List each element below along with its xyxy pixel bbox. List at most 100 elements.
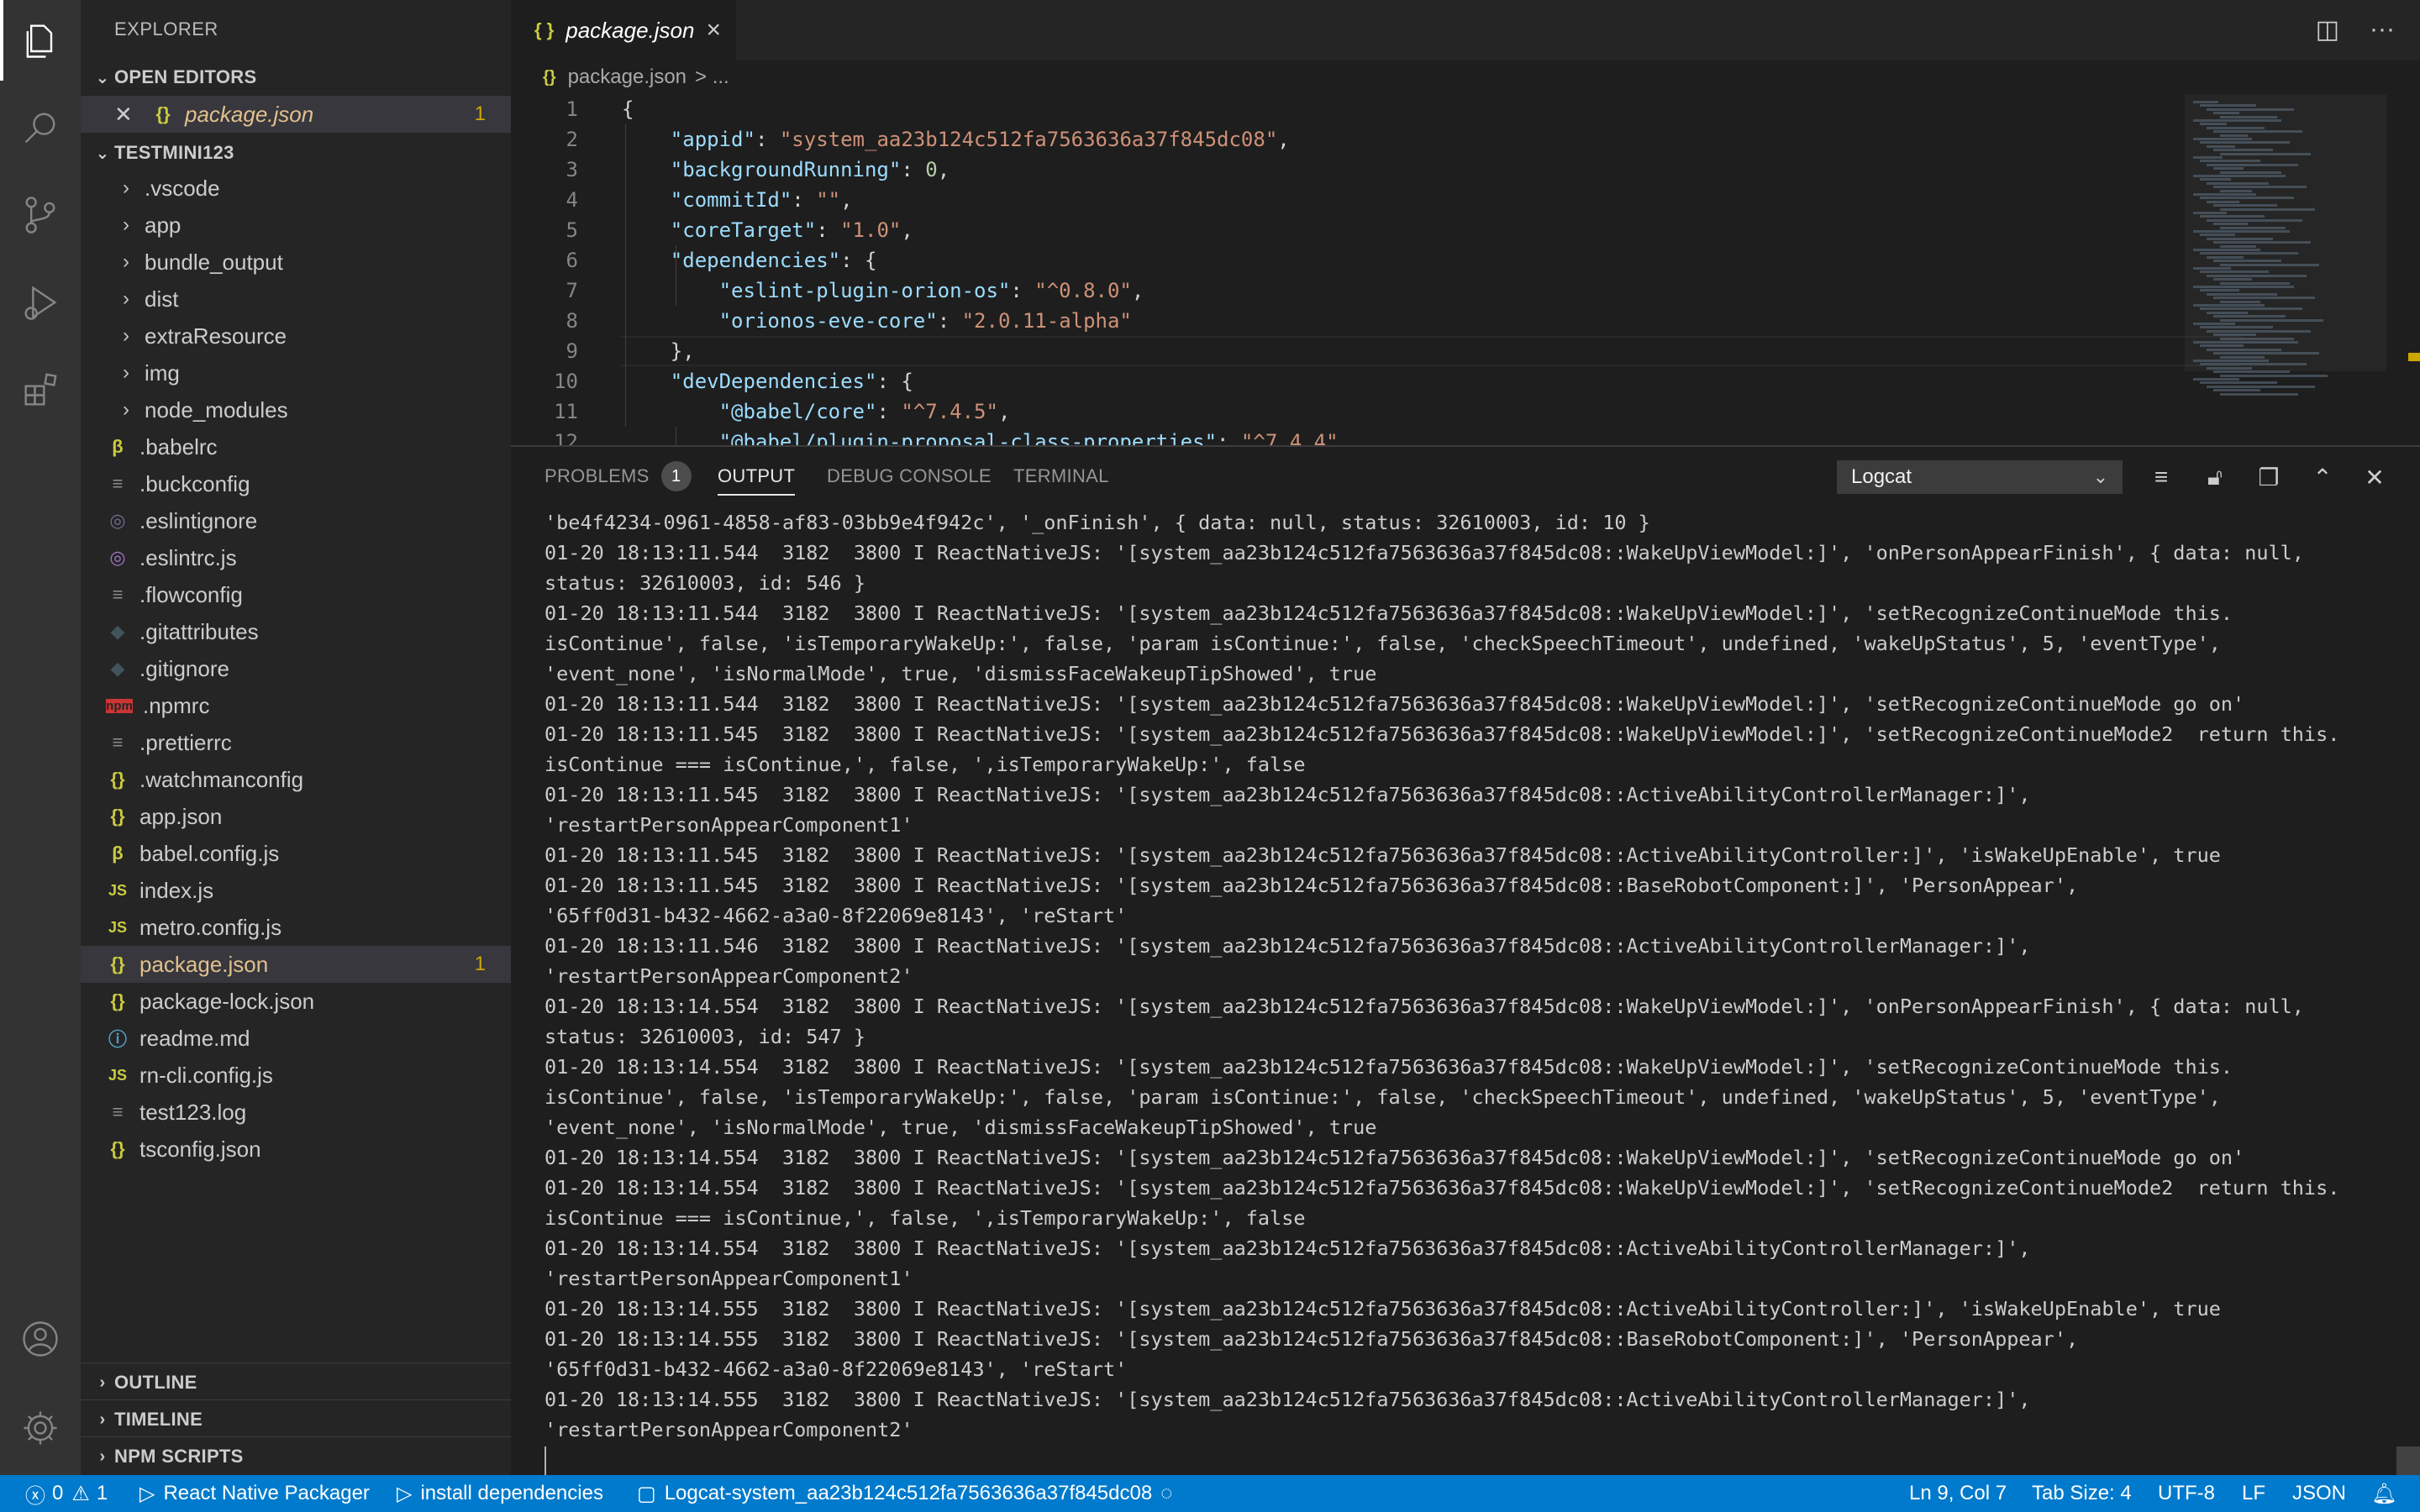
- folder-item[interactable]: › bundle_output: [81, 244, 511, 281]
- code-line: 10 "devDependencies": {: [511, 366, 2191, 396]
- line-number: 7: [566, 279, 578, 302]
- run-debug-icon[interactable]: [0, 262, 81, 343]
- divider: [81, 1399, 511, 1400]
- search-icon[interactable]: [0, 87, 81, 168]
- minimap-line: [2200, 326, 2273, 329]
- breadcrumb-rest[interactable]: > ...: [695, 66, 729, 89]
- open-log-file-icon[interactable]: ❐: [2252, 462, 2286, 492]
- folder-item[interactable]: › .vscode: [81, 170, 511, 207]
- file-item[interactable]: JS index.js: [81, 872, 511, 909]
- extensions-icon[interactable]: [0, 349, 81, 430]
- minimap-line: [2193, 175, 2286, 177]
- minimap[interactable]: [2185, 94, 2386, 445]
- file-item[interactable]: ≡ .flowconfig: [81, 576, 511, 613]
- files-icon[interactable]: [0, 0, 81, 81]
- tab-terminal[interactable]: TERMINAL: [1013, 447, 1109, 506]
- output-channel-select[interactable]: Logcat ⌄: [1837, 460, 2123, 494]
- file-type-icon: {}: [110, 769, 125, 790]
- file-item[interactable]: ◆ .gitignore: [81, 650, 511, 687]
- code-token: ,: [901, 218, 913, 242]
- file-item[interactable]: npm .npmrc: [81, 687, 511, 724]
- problems-status[interactable]: ⓧ 0 ⚠ 1: [25, 1475, 108, 1512]
- file-item[interactable]: JS metro.config.js: [81, 909, 511, 946]
- minimap-line: [2207, 385, 2315, 388]
- tab-debug-console[interactable]: DEBUG CONSOLE: [827, 447, 992, 506]
- file-item[interactable]: β .babelrc: [81, 428, 511, 465]
- react-native-packager-status[interactable]: ▷ React Native Packager: [139, 1475, 370, 1512]
- file-item[interactable]: {} package-lock.json: [81, 983, 511, 1020]
- eol-status[interactable]: LF: [2242, 1475, 2265, 1512]
- maximize-panel-icon[interactable]: ⌃: [2306, 462, 2339, 492]
- tab-problems[interactable]: PROBLEMS 1: [544, 447, 692, 506]
- code-line: 4 "commitId": "",: [511, 185, 2191, 215]
- file-item[interactable]: ≡ .prettierrc: [81, 724, 511, 761]
- open-editor-item[interactable]: ✕ {} package.json 1: [81, 96, 511, 133]
- folder-item[interactable]: › app: [81, 207, 511, 244]
- npm-scripts-header[interactable]: › NPM SCRIPTS: [81, 1438, 511, 1475]
- install-dependencies-status[interactable]: ▷ install dependencies: [397, 1475, 603, 1512]
- logcat-status[interactable]: ▢ Logcat-system_aa23b124c512fa7563636a37…: [637, 1475, 1172, 1512]
- clear-output-icon[interactable]: ≡: [2144, 462, 2178, 492]
- split-editor-icon[interactable]: ◫: [2316, 15, 2339, 45]
- folder-item[interactable]: › img: [81, 354, 511, 391]
- file-item[interactable]: ◆ .gitattributes: [81, 613, 511, 650]
- language-mode-status[interactable]: JSON: [2292, 1475, 2346, 1512]
- source-control-icon[interactable]: [0, 175, 81, 255]
- more-actions-icon[interactable]: ···: [2370, 15, 2395, 45]
- output-console[interactable]: 'be4f4234-0961-4858-af83-03bb9e4f942c', …: [544, 507, 2410, 1465]
- file-item[interactable]: ◎ .eslintrc.js: [81, 539, 511, 576]
- tab-output[interactable]: OUTPUT: [718, 447, 796, 506]
- code-line: 11 "@babel/core": "^7.4.5",: [511, 396, 2191, 427]
- close-panel-icon[interactable]: ✕: [2358, 462, 2391, 492]
- folder-item[interactable]: › dist: [81, 281, 511, 318]
- output-scrollbar[interactable]: [2396, 1446, 2420, 1477]
- folder-label: .vscode: [145, 175, 220, 201]
- open-editors-header[interactable]: ⌄ OPEN EDITORS: [81, 59, 511, 96]
- minimap-line: [2207, 255, 2244, 259]
- cursor-position-status[interactable]: Ln 9, Col 7: [1909, 1475, 2007, 1512]
- code-token: :: [901, 158, 926, 181]
- notifications-bell-icon[interactable]: 🔔︎: [2371, 1475, 2396, 1512]
- file-item[interactable]: ◎ .eslintignore: [81, 502, 511, 539]
- file-item[interactable]: ≡ .buckconfig: [81, 465, 511, 502]
- file-item[interactable]: {} tsconfig.json: [81, 1131, 511, 1168]
- open-editor-label: package.json: [185, 101, 314, 127]
- file-item[interactable]: JS rn-cli.config.js: [81, 1057, 511, 1094]
- file-label: .prettierrc: [139, 729, 232, 755]
- tab-package-json[interactable]: { } package.json ×: [511, 0, 736, 60]
- minimap-line: [2200, 363, 2307, 366]
- file-item[interactable]: β babel.config.js: [81, 835, 511, 872]
- chevron-right-icon: ›: [99, 1410, 106, 1429]
- minimap-line: [2200, 141, 2290, 144]
- code-editor[interactable]: 1{2 "appid": "system_aa23b124c512fa75636…: [511, 94, 2420, 445]
- minimap-line: [2200, 234, 2235, 237]
- tab-size-status[interactable]: Tab Size: 4: [2032, 1475, 2132, 1512]
- timeline-header[interactable]: › TIMELINE: [81, 1401, 511, 1438]
- chevron-down-icon: ⌄: [95, 144, 110, 163]
- file-item[interactable]: ≡ test123.log: [81, 1094, 511, 1131]
- file-item[interactable]: ⓘ readme.md: [81, 1020, 511, 1057]
- project-folder-header[interactable]: ⌄ TESTMINI123: [81, 134, 511, 171]
- code-token: ,: [840, 188, 853, 212]
- close-icon[interactable]: ×: [706, 16, 721, 45]
- breadcrumb-file[interactable]: package.json: [568, 66, 687, 89]
- manage-gear-icon[interactable]: [0, 1388, 81, 1468]
- folder-item[interactable]: › node_modules: [81, 391, 511, 428]
- lock-scroll-icon[interactable]: 🔓︎: [2198, 462, 2232, 492]
- account-icon[interactable]: [0, 1299, 81, 1379]
- file-item[interactable]: {} package.json 1: [81, 946, 511, 983]
- file-label: .eslintignore: [139, 507, 258, 533]
- minimap-line: [2213, 186, 2307, 189]
- file-item[interactable]: {} .watchmanconfig: [81, 761, 511, 798]
- file-type-icon: JS: [108, 881, 128, 899]
- encoding-status[interactable]: UTF-8: [2158, 1475, 2215, 1512]
- folder-item[interactable]: › extraResource: [81, 318, 511, 354]
- file-item[interactable]: {} app.json: [81, 798, 511, 835]
- minimap-line: [2193, 267, 2231, 270]
- close-icon[interactable]: ✕: [114, 102, 139, 128]
- outline-header[interactable]: › OUTLINE: [81, 1364, 511, 1401]
- minimap-line: [2193, 101, 2218, 103]
